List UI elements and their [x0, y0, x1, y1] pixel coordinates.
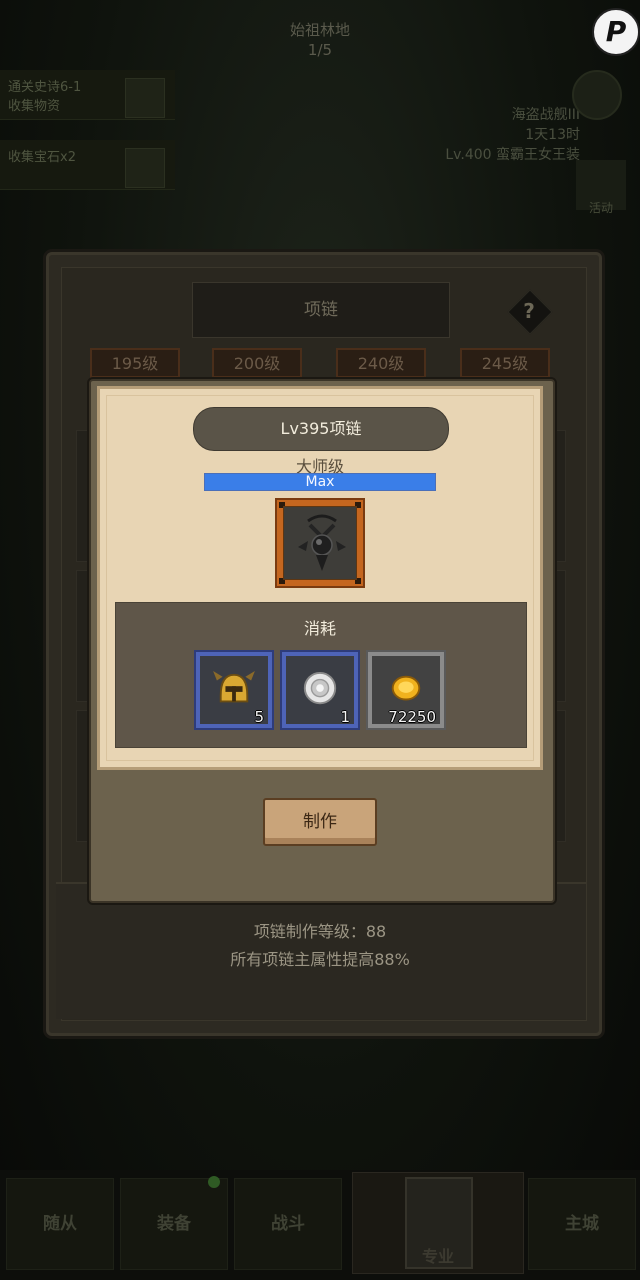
nav-profession[interactable]: 专业 [352, 1172, 524, 1274]
boss-info: 海盗战舰III 1天13时 Lv.400 蛮霸王女王装 [445, 107, 580, 163]
notification-dot [208, 1176, 220, 1188]
attribute-bonus-text: 所有项链主属性提高88% [230, 950, 410, 969]
nav-followers[interactable]: 随从 [6, 1178, 114, 1270]
item-slot[interactable] [275, 498, 365, 588]
event-button[interactable]: 活动 [576, 160, 626, 215]
tier-tab[interactable]: 200级 [212, 348, 302, 378]
proficiency-bar: Max [204, 473, 436, 491]
cost-slot-silver-ore[interactable]: 1 [280, 650, 360, 730]
tier-tab[interactable]: 245级 [460, 348, 550, 378]
quest-entry[interactable]: 收集宝石x2 [0, 140, 175, 190]
nav-main-city[interactable]: 主城 [528, 1178, 636, 1270]
nav-equipment[interactable]: 装备 [120, 1178, 228, 1270]
gear-icon[interactable] [572, 70, 622, 120]
quest-reward-slot [125, 148, 165, 188]
craft-button[interactable]: 制作 [263, 798, 377, 846]
tier-tab[interactable]: 195级 [90, 348, 180, 378]
nav-battle[interactable]: 战斗 [234, 1178, 342, 1270]
quest-reward-slot [125, 78, 165, 118]
necklace-icon [298, 514, 346, 571]
help-button[interactable]: ? [507, 289, 553, 335]
consume-title: 消耗 [303, 619, 336, 638]
proficiency-label: Max [305, 474, 335, 490]
tier-tab[interactable]: 240级 [336, 348, 426, 378]
cost-slot-gold[interactable]: 72250 [366, 650, 446, 730]
app-logo: P [592, 8, 640, 56]
quest-entry[interactable]: 通关史诗6-1 收集物资 [0, 70, 175, 120]
crafting-level-text: 项链制作等级：88 [253, 922, 387, 941]
map-title: 始祖林地 1/5 [289, 21, 350, 59]
crafting-panel-title: 项链 [192, 282, 450, 338]
item-title: Lv395项链 [193, 407, 449, 451]
cost-slot-helmet[interactable]: 5 [194, 650, 274, 730]
